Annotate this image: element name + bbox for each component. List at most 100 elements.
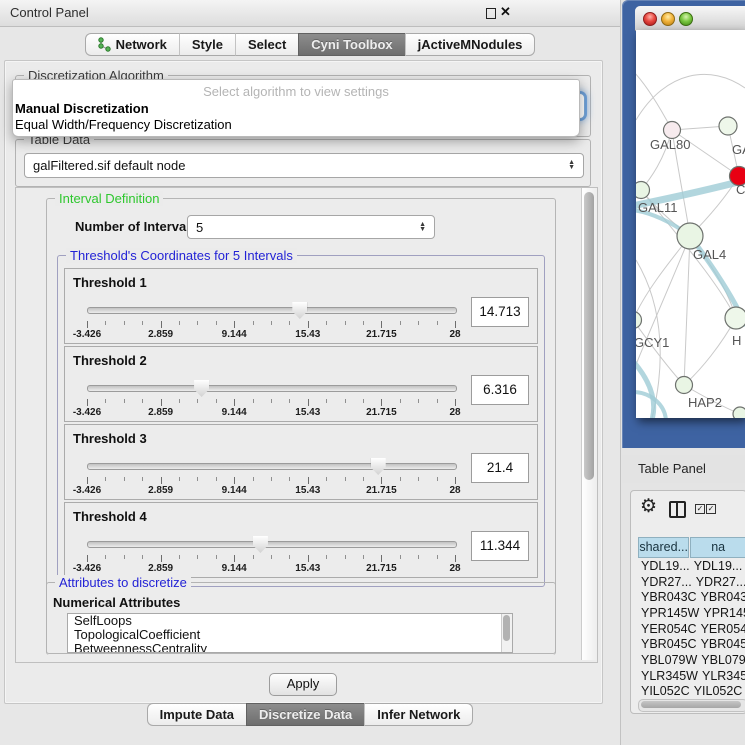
table-row[interactable]: YBR043CYBR043C: [638, 589, 745, 605]
threshold-slider[interactable]: -3.4262.8599.14415.4321.71528: [87, 455, 455, 497]
scrollbar-thumb[interactable]: [584, 192, 594, 480]
tab-discretize-data[interactable]: Discretize Data: [246, 703, 364, 726]
table-cell[interactable]: YLR345W: [698, 669, 745, 683]
table-cell[interactable]: YBR045C: [638, 637, 697, 651]
slider-track[interactable]: [87, 385, 457, 392]
slider-thumb[interactable]: [292, 302, 307, 319]
network-edge[interactable]: [636, 70, 672, 130]
network-edge[interactable]: [636, 74, 745, 120]
tick-mark: [105, 555, 106, 559]
table-cell[interactable]: YBR045C: [697, 637, 745, 651]
columns-icon[interactable]: [669, 501, 686, 518]
table-cell[interactable]: YBL079W: [697, 653, 745, 667]
network-edge[interactable]: [636, 236, 690, 320]
table-row[interactable]: YIL052CYIL052C: [638, 684, 745, 700]
network-node[interactable]: [733, 407, 745, 418]
table-cell[interactable]: YER054C: [638, 622, 697, 636]
tick-mark: [216, 477, 217, 481]
tick-label: 2.859: [148, 407, 173, 418]
slider-track[interactable]: [87, 541, 457, 548]
network-node[interactable]: [636, 312, 642, 329]
tick-mark: [363, 555, 364, 559]
slider-thumb[interactable]: [253, 536, 268, 553]
table-cell[interactable]: YER054C: [697, 622, 745, 636]
slider-track[interactable]: [87, 307, 457, 314]
table-cell[interactable]: YBL079W: [638, 653, 697, 667]
dropdown-option-equal-width-frequency[interactable]: Equal Width/Frequency Discretization: [13, 117, 579, 133]
tab-infer-network[interactable]: Infer Network: [364, 703, 473, 726]
network-node[interactable]: [676, 377, 693, 394]
scrollbar-thumb[interactable]: [641, 701, 741, 708]
threshold-value-field[interactable]: 14.713: [471, 297, 529, 327]
table-cell[interactable]: YDL19...: [690, 559, 745, 573]
number-of-intervals-combobox[interactable]: 5 ▲▼: [187, 215, 435, 239]
table-cell[interactable]: YBR043C: [638, 590, 697, 604]
tick-mark: [381, 555, 382, 562]
table-cell[interactable]: YDL19...: [638, 559, 690, 573]
table-row[interactable]: YLR345WYLR345W: [638, 668, 745, 684]
tab-select[interactable]: Select: [235, 33, 298, 56]
network-edge[interactable]: [684, 236, 690, 385]
float-window-icon[interactable]: [486, 8, 496, 19]
table-row[interactable]: YPR145WYPR145W: [638, 605, 745, 621]
network-edge[interactable]: [684, 318, 736, 385]
threshold-value-field[interactable]: 6.316: [471, 375, 529, 405]
threshold-slider[interactable]: -3.4262.8599.14415.4321.71528: [87, 377, 455, 419]
tab-network[interactable]: Network: [85, 33, 179, 56]
network-node[interactable]: [725, 307, 745, 329]
apply-button[interactable]: Apply: [269, 673, 337, 696]
dropdown-option-manual-discretization[interactable]: Manual Discretization: [13, 101, 579, 117]
tab-jactivemnodules[interactable]: jActiveMNodules: [405, 33, 536, 56]
network-window-titlebar[interactable]: [635, 6, 745, 31]
table-row[interactable]: YER054CYER054C: [638, 621, 745, 637]
horizontal-scrollbar[interactable]: [638, 699, 745, 712]
network-edge[interactable]: [636, 236, 690, 375]
table-cell[interactable]: YDR27...: [692, 575, 745, 589]
table-cell[interactable]: YBR043C: [697, 590, 745, 604]
list-item[interactable]: SelfLoops: [68, 614, 512, 628]
table-cell[interactable]: YDR27...: [638, 575, 692, 589]
threshold-value-field[interactable]: 11.344: [471, 531, 529, 561]
list-item[interactable]: TopologicalCoefficient: [68, 628, 512, 642]
window-zoom-button[interactable]: [679, 12, 693, 26]
tab-cyni-toolbox[interactable]: Cyni Toolbox: [298, 33, 404, 56]
list-item[interactable]: BetweennessCentrality: [68, 642, 512, 653]
tab-impute-data[interactable]: Impute Data: [147, 703, 246, 726]
scrollbar-thumb[interactable]: [503, 615, 510, 641]
network-canvas[interactable]: GAL80GACGAL11GAL4GCY1HHAP2: [636, 30, 745, 418]
table-cell[interactable]: YPR145W: [699, 606, 745, 620]
table-cell[interactable]: YLR345W: [638, 669, 698, 683]
slider-thumb[interactable]: [371, 458, 386, 475]
list-scrollbar[interactable]: [501, 614, 512, 652]
network-view-window[interactable]: GAL80GACGAL11GAL4GCY1HHAP2: [622, 0, 745, 448]
network-node[interactable]: [664, 122, 681, 139]
table-data-combobox[interactable]: galFiltered.sif default node ▲▼: [24, 153, 584, 178]
network-edge[interactable]: [636, 360, 654, 418]
table-row[interactable]: YBR045CYBR045C: [638, 636, 745, 652]
slider-track[interactable]: [87, 463, 457, 470]
threshold-slider[interactable]: -3.4262.8599.14415.4321.71528: [87, 299, 455, 341]
slider-thumb[interactable]: [194, 380, 209, 397]
tick-mark: [124, 399, 125, 403]
vertical-scrollbar[interactable]: [581, 188, 597, 660]
close-icon[interactable]: ✕: [500, 4, 511, 20]
column-header[interactable]: na: [690, 537, 745, 558]
select-columns-icon[interactable]: ✓ ✓: [695, 504, 716, 514]
threshold-slider[interactable]: -3.4262.8599.14415.4321.71528: [87, 533, 455, 575]
window-minimize-button[interactable]: [661, 12, 675, 26]
table-cell[interactable]: YPR145W: [638, 606, 699, 620]
table-row[interactable]: YBL079WYBL079W: [638, 652, 745, 668]
network-node[interactable]: [636, 182, 650, 199]
numerical-attributes-list[interactable]: SelfLoopsTopologicalCoefficientBetweenne…: [67, 613, 513, 653]
column-header[interactable]: shared...: [638, 537, 689, 558]
network-node[interactable]: [719, 117, 737, 135]
threshold-value-field[interactable]: 21.4: [471, 453, 529, 483]
table-cell[interactable]: YIL052C: [638, 684, 690, 698]
network-node[interactable]: [677, 223, 703, 249]
tab-style[interactable]: Style: [179, 33, 235, 56]
table-cell[interactable]: YIL052C: [690, 684, 745, 698]
window-close-button[interactable]: [643, 12, 657, 26]
table-row[interactable]: YDR27...YDR27...: [638, 574, 745, 590]
table-row[interactable]: YDL19...YDL19...: [638, 558, 745, 574]
gear-icon[interactable]: ⚙: [640, 495, 657, 518]
